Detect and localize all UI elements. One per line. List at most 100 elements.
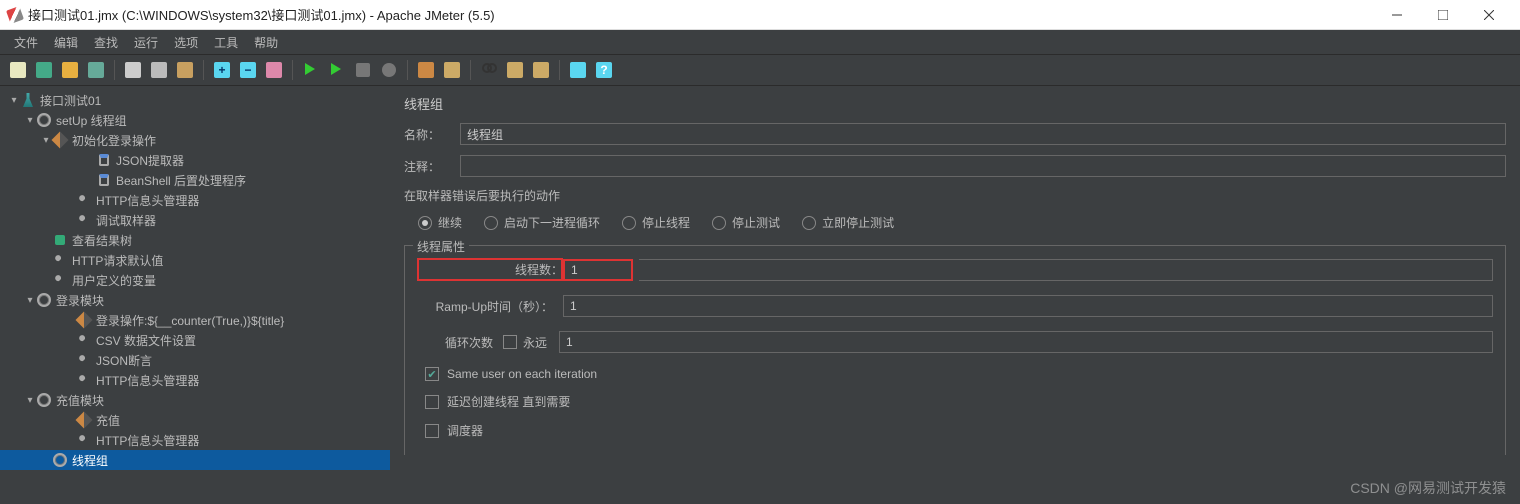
- scheduler-checkbox[interactable]: [425, 424, 439, 438]
- radio-2[interactable]: 停止线程: [622, 214, 690, 231]
- menu-查找[interactable]: 查找: [86, 31, 126, 54]
- copy-icon[interactable]: [147, 58, 171, 82]
- tree-node[interactable]: ▾ 登录模块: [0, 290, 390, 310]
- toggle-log-icon[interactable]: [566, 58, 590, 82]
- cut-icon[interactable]: [121, 58, 145, 82]
- wrench-icon: [76, 372, 92, 388]
- clear-icon[interactable]: [503, 58, 527, 82]
- radio-3[interactable]: 停止测试: [712, 214, 780, 231]
- tree-node-label: 登录模块: [56, 292, 104, 309]
- save-icon[interactable]: [84, 58, 108, 82]
- tree-node[interactable]: BeanShell 后置处理程序: [0, 170, 390, 190]
- radio-1[interactable]: 启动下一进程循环: [484, 214, 600, 231]
- help-icon[interactable]: ?: [592, 58, 616, 82]
- tree-node[interactable]: ▾充值模块: [0, 390, 390, 410]
- tree-node-label: HTTP信息头管理器: [96, 432, 199, 449]
- clear-all-icon[interactable]: [529, 58, 553, 82]
- caret-icon[interactable]: ▾: [8, 95, 20, 106]
- maximize-button[interactable]: [1420, 1, 1466, 29]
- shutdown-icon[interactable]: [377, 58, 401, 82]
- tree-node-label: 调试取样器: [96, 212, 156, 229]
- tree-node[interactable]: HTTP信息头管理器: [0, 370, 390, 390]
- gear-icon: [52, 452, 68, 468]
- scheduler-label: 调度器: [447, 422, 483, 439]
- radio-label: 停止测试: [732, 214, 780, 231]
- tree-node-label: 用户定义的变量: [72, 272, 156, 289]
- tree-node-label: 充值: [96, 412, 120, 429]
- watermark: CSDN @网易测试开发猿: [1350, 478, 1506, 498]
- tree-node[interactable]: 查看结果树: [0, 230, 390, 250]
- gear-icon: [36, 292, 52, 308]
- pencil-icon: [76, 412, 92, 428]
- tree-node[interactable]: JSON提取器: [0, 150, 390, 170]
- search-icon[interactable]: [477, 58, 501, 82]
- close-button[interactable]: [1466, 1, 1512, 29]
- tree-node[interactable]: 充值: [0, 410, 390, 430]
- caret-icon[interactable]: ▾: [24, 295, 36, 306]
- add-icon[interactable]: +: [210, 58, 234, 82]
- gear-icon: [36, 392, 52, 408]
- delay-thread-checkbox[interactable]: [425, 395, 439, 409]
- tree-node[interactable]: ▾接口测试01: [0, 90, 390, 110]
- open-icon[interactable]: [58, 58, 82, 82]
- tree-node[interactable]: JSON断言: [0, 350, 390, 370]
- same-user-checkbox[interactable]: ✔: [425, 367, 439, 381]
- panel-heading: 线程组: [404, 94, 1506, 113]
- caret-icon[interactable]: ▾: [24, 395, 36, 406]
- menu-运行[interactable]: 运行: [126, 31, 166, 54]
- beanshell-icon[interactable]: [414, 58, 438, 82]
- edit-icon[interactable]: [262, 58, 286, 82]
- tree-node[interactable]: 线程组: [0, 450, 390, 470]
- threads-input-rest[interactable]: [639, 259, 1493, 281]
- comment-input[interactable]: [460, 155, 1506, 177]
- run-no-pause-icon[interactable]: [325, 58, 349, 82]
- wrench-icon: [76, 332, 92, 348]
- new-icon[interactable]: [6, 58, 30, 82]
- tree-node[interactable]: CSV 数据文件设置: [0, 330, 390, 350]
- tree-node[interactable]: HTTP信息头管理器: [0, 190, 390, 210]
- tree-node[interactable]: 调试取样器: [0, 210, 390, 230]
- menu-选项[interactable]: 选项: [166, 31, 206, 54]
- caret-icon[interactable]: ▾: [40, 135, 52, 146]
- test-plan-tree[interactable]: ▾接口测试01▾setUp 线程组▾初始化登录操作JSON提取器BeanShel…: [0, 86, 390, 504]
- menubar: 文件编辑查找运行选项工具帮助: [0, 30, 1520, 54]
- stop-icon[interactable]: [351, 58, 375, 82]
- tree-node[interactable]: HTTP信息头管理器: [0, 430, 390, 450]
- threads-input[interactable]: [563, 259, 633, 281]
- tree-node-label: HTTP请求默认值: [72, 252, 163, 269]
- name-input[interactable]: [460, 123, 1506, 145]
- caret-icon[interactable]: ▾: [24, 115, 36, 126]
- tree-node[interactable]: 用户定义的变量: [0, 270, 390, 290]
- remove-icon[interactable]: −: [236, 58, 260, 82]
- menu-文件[interactable]: 文件: [6, 31, 46, 54]
- forever-checkbox[interactable]: [503, 335, 517, 349]
- app-icon: [6, 6, 24, 24]
- same-user-label: Same user on each iteration: [447, 367, 597, 381]
- forever-label: 永远: [523, 334, 547, 351]
- radio-0[interactable]: 继续: [418, 214, 462, 231]
- window-buttons: [1374, 1, 1512, 29]
- radio-4[interactable]: 立即停止测试: [802, 214, 894, 231]
- loop-input[interactable]: [559, 331, 1493, 353]
- menu-帮助[interactable]: 帮助: [246, 31, 286, 54]
- run-icon[interactable]: [299, 58, 323, 82]
- rampup-label: Ramp-Up时间（秒）：: [417, 298, 563, 315]
- threads-label: 线程数：: [417, 258, 563, 281]
- menu-编辑[interactable]: 编辑: [46, 31, 86, 54]
- thread-group-panel: 线程组 名称： 注释： 在取样器错误后要执行的动作 继续启动下一进程循环停止线程…: [390, 86, 1520, 504]
- fn-helper-icon[interactable]: [440, 58, 464, 82]
- minimize-button[interactable]: [1374, 1, 1420, 29]
- tree-node-label: setUp 线程组: [56, 112, 127, 129]
- tree-node[interactable]: ▾初始化登录操作: [0, 130, 390, 150]
- paste-icon[interactable]: [173, 58, 197, 82]
- tree-node-label: HTTP信息头管理器: [96, 372, 199, 389]
- gear-icon: [36, 112, 52, 128]
- tree-node[interactable]: ▾ setUp 线程组: [0, 110, 390, 130]
- tree-node[interactable]: HTTP请求默认值: [0, 250, 390, 270]
- menu-工具[interactable]: 工具: [206, 31, 246, 54]
- rampup-input[interactable]: [563, 295, 1493, 317]
- templates-icon[interactable]: [32, 58, 56, 82]
- radio-label: 启动下一进程循环: [504, 214, 600, 231]
- tree-node[interactable]: 登录操作:${__counter(True,)}${title}: [0, 310, 390, 330]
- wrench-icon: [76, 192, 92, 208]
